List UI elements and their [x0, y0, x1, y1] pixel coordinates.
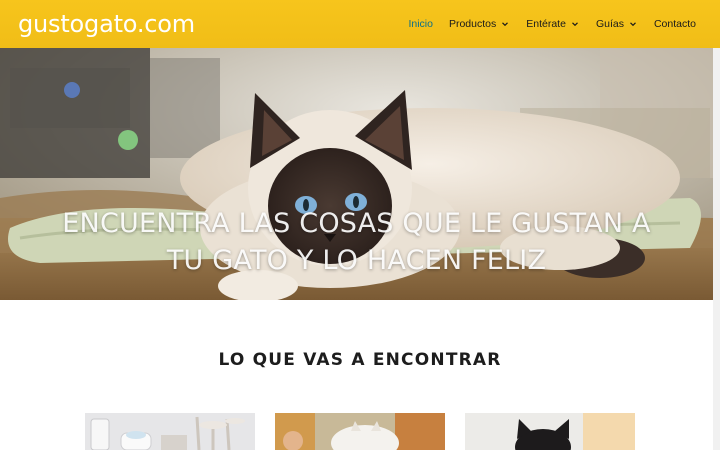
- page-scrollbar[interactable]: [713, 48, 720, 450]
- nav-label: Entérate: [526, 18, 566, 30]
- card-image-news[interactable]: [275, 413, 445, 450]
- nav-item-productos[interactable]: Productos: [441, 0, 518, 48]
- main-nav: Inicio Productos Entérate Guías Contacto: [400, 0, 704, 48]
- card-image-guides[interactable]: [465, 413, 635, 450]
- chevron-down-icon: [628, 19, 638, 29]
- chevron-down-icon: [570, 19, 580, 29]
- card-image-products[interactable]: [85, 413, 255, 450]
- nav-label: Contacto: [653, 18, 696, 30]
- cat-photo: [275, 413, 445, 450]
- product-photo: [85, 413, 255, 450]
- site-header: gustogato.com Inicio Productos Entérate …: [0, 0, 720, 48]
- hero-title-line: TU GATO Y LO HACEN FELIZ: [166, 245, 547, 276]
- hero-title: ENCUENTRA LAS COSAS QUE LE GUSTAN A TU G…: [0, 205, 713, 279]
- nav-item-guias[interactable]: Guías: [588, 0, 646, 48]
- nav-label: Guías: [595, 18, 624, 30]
- nav-item-enterate[interactable]: Entérate: [518, 0, 588, 48]
- nav-item-inicio[interactable]: Inicio: [400, 0, 441, 48]
- section-title: LO QUE VAS A ENCONTRAR: [218, 350, 502, 370]
- chevron-down-icon: [500, 19, 510, 29]
- site-logo[interactable]: gustogato.com: [18, 10, 195, 38]
- nav-item-contacto[interactable]: Contacto: [646, 0, 704, 48]
- nav-label: Inicio: [408, 18, 433, 30]
- hero-banner: ENCUENTRA LAS COSAS QUE LE GUSTAN A TU G…: [0, 48, 713, 300]
- hero-title-line: ENCUENTRA LAS COSAS QUE LE GUSTAN A: [62, 208, 651, 239]
- black-cat-photo: [465, 413, 635, 450]
- nav-label: Productos: [448, 18, 497, 30]
